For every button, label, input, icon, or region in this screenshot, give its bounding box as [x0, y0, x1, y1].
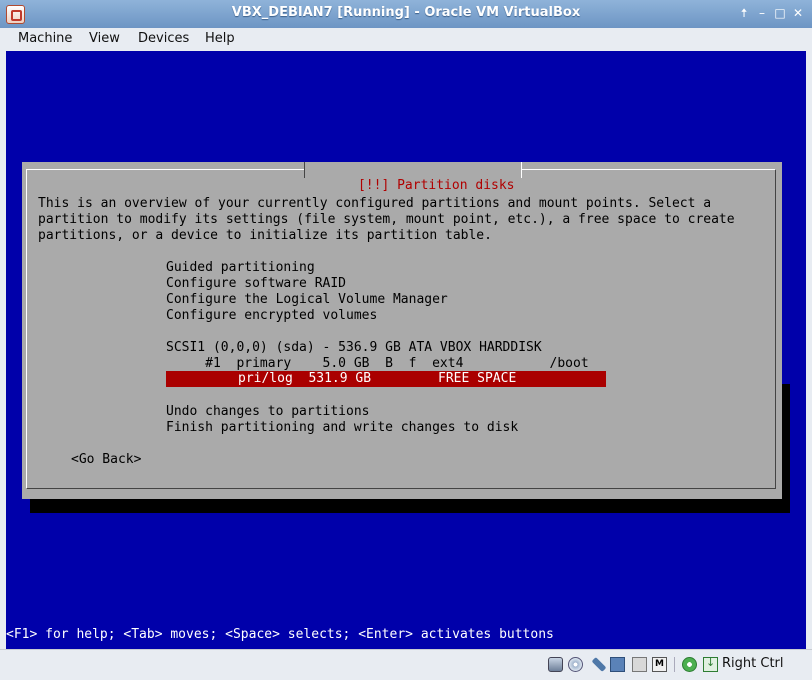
option-encrypted-volumes[interactable]: Configure encrypted volumes — [166, 308, 377, 324]
shared-folders-icon[interactable] — [632, 657, 647, 672]
status-bar: M Right Ctrl — [0, 649, 812, 680]
disk-row[interactable]: SCSI1 (0,0,0) (sda) - 536.9 GB ATA VBOX … — [166, 340, 542, 356]
shade-button[interactable]: 🠅 — [737, 6, 751, 20]
guest-screen[interactable]: [!!] Partition disks This is an overview… — [6, 51, 806, 649]
status-separator — [674, 657, 675, 672]
keyboard-capture-icon[interactable] — [703, 656, 718, 672]
maximize-button[interactable]: □ — [773, 6, 787, 20]
dialog-title: [!!] Partition disks — [357, 178, 515, 193]
intro-line-2: partition to modify its settings (file s… — [38, 212, 735, 227]
partition-dialog: [!!] Partition disks This is an overview… — [22, 162, 782, 499]
usb-icon[interactable] — [591, 657, 607, 672]
go-back-button[interactable]: <Go Back> — [71, 452, 141, 468]
intro-line-1: This is an overview of your currently co… — [38, 196, 712, 211]
help-line: <F1> for help; <Tab> moves; <Space> sele… — [6, 627, 554, 642]
menu-machine[interactable]: Machine — [18, 31, 72, 46]
dialog-title-box: [!!] Partition disks — [304, 162, 522, 193]
network-icon[interactable] — [610, 657, 625, 672]
hard-disk-icon[interactable] — [548, 657, 563, 672]
free-space-size: pri/log 531.9 GB — [238, 371, 372, 386]
partition-row[interactable]: #1 primary 5.0 GB B f ext4 /boot — [166, 356, 589, 372]
optical-drive-icon[interactable] — [568, 657, 583, 672]
option-guided-partitioning[interactable]: Guided partitioning — [166, 260, 315, 276]
free-space-label: FREE SPACE — [438, 371, 517, 386]
option-software-raid[interactable]: Configure software RAID — [166, 276, 346, 292]
menu-view[interactable]: View — [89, 31, 120, 46]
window-title: VBX_DEBIAN7 [Running] - Oracle VM Virtua… — [231, 5, 581, 20]
free-space-row[interactable]: pri/log 531.9 GB FREE SPACE — [166, 371, 606, 387]
host-key-label: Right Ctrl — [722, 656, 784, 671]
menu-devices[interactable]: Devices — [138, 31, 189, 46]
close-button[interactable]: ✕ — [791, 6, 805, 20]
menu-help[interactable]: Help — [205, 31, 235, 46]
option-lvm[interactable]: Configure the Logical Volume Manager — [166, 292, 448, 308]
mouse-integration-icon[interactable] — [682, 657, 697, 672]
undo-changes-option[interactable]: Undo changes to partitions — [166, 404, 370, 420]
window-titlebar[interactable]: VBX_DEBIAN7 [Running] - Oracle VM Virtua… — [0, 0, 812, 29]
menu-bar: Machine View Devices Help — [0, 28, 812, 50]
video-capture-icon[interactable]: M — [652, 657, 667, 672]
intro-line-3: partitions, or a device to initialize it… — [38, 228, 492, 243]
finish-partitioning-option[interactable]: Finish partitioning and write changes to… — [166, 420, 518, 436]
minimize-button[interactable]: – — [755, 6, 769, 20]
